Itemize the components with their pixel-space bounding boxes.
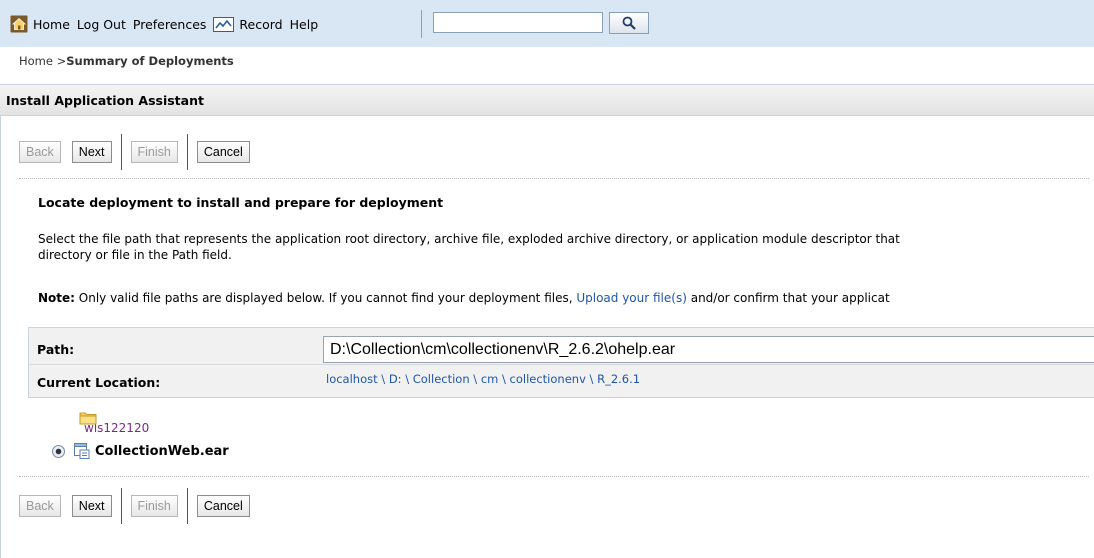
nav-divider	[421, 10, 422, 38]
instructions: Select the file path that represents the…	[38, 231, 1094, 263]
note: Note: Only valid file paths are displaye…	[38, 291, 890, 305]
search-button[interactable]	[609, 12, 649, 34]
logout-link[interactable]: Log Out	[77, 17, 126, 32]
divider-bottom	[19, 476, 1089, 477]
note-text: Only valid file paths are displayed belo…	[74, 291, 577, 305]
location-separator: \	[401, 372, 413, 386]
finish-button[interactable]: Finish	[130, 141, 178, 163]
note-label: Note:	[38, 291, 75, 305]
instructions-line-1: Select the file path that represents the…	[38, 232, 900, 246]
button-separator	[120, 488, 122, 524]
location-link-drive[interactable]: D:	[389, 372, 402, 386]
upload-files-link[interactable]: Upload your file(s)	[576, 291, 687, 305]
folder-icon	[79, 412, 97, 425]
current-location-path: localhost \ D: \ Collection \ cm \ colle…	[326, 372, 640, 386]
search-icon	[622, 16, 636, 30]
cancel-button[interactable]: Cancel	[196, 495, 250, 517]
button-separator	[186, 488, 188, 524]
back-button[interactable]: Back	[19, 495, 61, 517]
location-link-collectionenv[interactable]: collectionenv	[510, 372, 586, 386]
breadcrumb-current: Summary of Deployments	[66, 54, 234, 68]
back-button[interactable]: Back	[19, 141, 61, 163]
note-text-tail: and/or confirm that your applicat	[686, 291, 890, 305]
location-link-collection[interactable]: Collection	[413, 372, 470, 386]
breadcrumb: Home >Summary of Deployments	[19, 54, 234, 68]
wizard-buttons-top: Back Next Finish Cancel	[19, 134, 250, 170]
instructions-line-2: directory or file in the Path field.	[38, 248, 232, 262]
location-separator: \	[377, 372, 389, 386]
file-radio-button[interactable]	[52, 444, 65, 458]
next-button[interactable]: Next	[71, 141, 112, 163]
location-link-localhost[interactable]: localhost	[326, 372, 378, 386]
next-button[interactable]: Next	[71, 495, 112, 517]
file-label: CollectionWeb.ear	[95, 443, 229, 459]
preferences-link[interactable]: Preferences	[133, 17, 207, 32]
button-separator	[186, 134, 188, 170]
home-link[interactable]: Home	[33, 17, 70, 32]
location-separator: \	[585, 372, 598, 386]
tree-item-file[interactable]: CollectionWeb.ear	[52, 443, 229, 459]
breadcrumb-home[interactable]: Home >	[19, 54, 66, 68]
path-form: Path: Current Location: localhost \ D: \…	[28, 327, 1094, 398]
cancel-button[interactable]: Cancel	[196, 141, 250, 163]
path-input[interactable]	[323, 336, 1094, 363]
panel-header: Install Application Assistant	[0, 84, 1094, 116]
section-title: Locate deployment to install and prepare…	[38, 195, 444, 210]
current-location-label: Current Location:	[37, 375, 161, 390]
top-navigation-bar: Home Log Out Preferences Record Help	[0, 0, 1094, 47]
wizard-buttons-bottom: Back Next Finish Cancel	[19, 488, 250, 524]
button-separator	[120, 134, 122, 170]
search-input[interactable]	[433, 12, 603, 33]
record-link[interactable]: Record	[239, 17, 282, 32]
global-nav: Home Log Out Preferences Record Help	[10, 14, 325, 34]
help-link[interactable]: Help	[290, 17, 319, 32]
record-icon[interactable]	[213, 16, 235, 32]
path-label: Path:	[37, 342, 75, 357]
ear-archive-icon	[74, 443, 90, 459]
location-separator: \	[469, 372, 481, 386]
location-separator: \	[498, 372, 510, 386]
tree-item-folder[interactable]: wls122120	[79, 409, 149, 435]
finish-button[interactable]: Finish	[130, 495, 178, 517]
panel-border	[0, 116, 1, 558]
location-link-release[interactable]: R_2.6.1	[597, 372, 640, 386]
form-divider	[29, 364, 1094, 365]
home-icon[interactable]	[10, 15, 28, 33]
panel-title: Install Application Assistant	[6, 93, 204, 108]
divider-top	[19, 178, 1089, 179]
location-link-cm[interactable]: cm	[481, 372, 499, 386]
